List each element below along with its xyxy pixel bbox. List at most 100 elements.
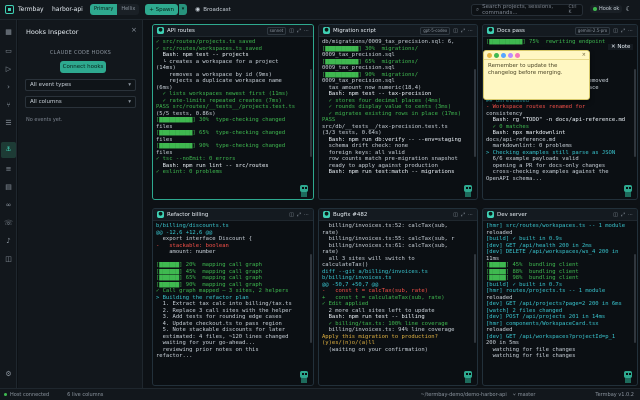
brand[interactable]: Termbay: [0, 5, 46, 14]
list-icon[interactable]: ≡: [4, 165, 13, 174]
scrollbar[interactable]: [474, 69, 476, 157]
phone-icon[interactable]: ☏: [4, 219, 13, 228]
pane-title: API routes: [167, 27, 195, 34]
repo-name[interactable]: harbor-api: [46, 6, 86, 13]
hooks-icon[interactable]: ⚓: [4, 145, 13, 154]
terminal-line: ✓ lists workspaces newest first (11ms): [156, 91, 289, 97]
terminal-line: billing/invoices.ts: 94% line coverage: [322, 327, 455, 333]
clipboard-icon[interactable]: ▤: [4, 183, 13, 192]
search-input[interactable]: ⌕ Search projects, sessions, commands...…: [471, 4, 583, 16]
search-shortcut: Ctrl K: [568, 5, 577, 15]
close-icon[interactable]: ×: [131, 26, 137, 34]
spawn-button[interactable]: + Spawn: [145, 4, 178, 15]
terminal-output[interactable]: ✓ src/routes/projects.ts saved ✓ src/rout…: [153, 37, 313, 178]
more-icon[interactable]: ⋯: [628, 212, 633, 218]
expand-icon[interactable]: ⤢: [461, 28, 465, 34]
split-icon[interactable]: ◫: [453, 28, 458, 34]
terminal-pane[interactable]: ● Refactor billing ◫ ⤢ ⋯ b/billing/discounts.…: [152, 208, 314, 386]
terminal-pane[interactable]: ● Bugfix #482 ◫ ⤢ ⋯ billing/invoices.ts:52: …: [318, 208, 478, 386]
close-icon[interactable]: ×: [582, 52, 586, 58]
more-icon[interactable]: ⋯: [468, 212, 473, 218]
terminal-pane[interactable]: ● Dev server ◫ ⤢ ⋯ [hmr] src/routes/workspace…: [482, 208, 638, 386]
split-icon[interactable]: ◫: [613, 212, 618, 218]
color-swatch-yellow[interactable]: [487, 52, 492, 58]
split-icon[interactable]: ◫: [453, 212, 458, 218]
pane-header[interactable]: ● Migration script gpt-5-codex ◫ ⤢ ⋯: [319, 25, 477, 37]
more-icon[interactable]: ⋯: [304, 212, 309, 218]
pane-header[interactable]: ● Docs pass gemini-2.5-pro ◫ ⤢ ⋯: [483, 25, 637, 37]
scrollbar[interactable]: [634, 253, 636, 343]
pane-header[interactable]: ● Dev server ◫ ⤢ ⋯: [483, 209, 637, 221]
expand-icon[interactable]: ⤢: [621, 212, 625, 218]
scrollbar[interactable]: [474, 253, 476, 343]
connect-hooks-button[interactable]: Connect hooks: [60, 61, 106, 73]
pane-header[interactable]: ● API routes sonnet ◫ ⤢ ⋯: [153, 25, 313, 37]
agent-icon: ●: [487, 211, 494, 218]
scrollbar[interactable]: [310, 253, 312, 343]
model-badge[interactable]: gpt-5-codex: [420, 26, 451, 35]
app-version: Termbay v1.0.2: [595, 391, 634, 398]
top-bar: Termbay harbor-api Primary Hellix + Spaw…: [0, 0, 640, 20]
color-swatch-purple[interactable]: [508, 52, 513, 58]
settings-gear-icon[interactable]: ⚙: [4, 370, 13, 379]
more-icon[interactable]: ⋯: [304, 28, 309, 34]
model-badge[interactable]: sonnet: [266, 26, 287, 35]
terminal-output[interactable]: b/billing/discounts.ts @@ -12,6 +12,6 @@ …: [153, 221, 313, 362]
broadcast-button[interactable]: ◉ Broadcast: [195, 6, 231, 13]
expand-icon[interactable]: ⤢: [297, 212, 301, 218]
event-type-value: All event types: [30, 82, 72, 88]
mic-icon[interactable]: ♪: [4, 237, 13, 246]
more-icon[interactable]: ⋯: [628, 28, 633, 34]
hooks-status-badge[interactable]: Hook ok: [590, 5, 623, 13]
pane-title: Bugfix #482: [333, 211, 368, 218]
terminal-output[interactable]: billing/invoices.ts:52: calcTax(sub, rate…: [319, 221, 477, 355]
mode-hellix[interactable]: Hellix: [117, 4, 140, 15]
terminal-line: Bash: rg "TODO" -n docs/api-reference.md: [486, 117, 626, 123]
spawn-menu-chevron-icon[interactable]: ▾: [179, 4, 187, 15]
terminal-pane[interactable]: ● API routes sonnet ◫ ⤢ ⋯ ✓ src/routes/project…: [152, 24, 314, 200]
color-swatch-pink[interactable]: [515, 52, 520, 58]
layout-icon[interactable]: ◫: [4, 255, 13, 264]
agent-icon: ●: [323, 211, 330, 218]
layers-icon[interactable]: ☰: [4, 119, 13, 128]
agent-icon: ●: [157, 27, 164, 34]
terminal-output[interactable]: [hmr] src/routes/workspaces.ts -- 1 modu…: [483, 221, 637, 362]
scrollbar[interactable]: [310, 69, 312, 157]
model-badge[interactable]: gemini-2.5-pro: [574, 26, 611, 35]
note-tag[interactable]: ✕ Note: [608, 44, 634, 50]
agent-icon: ●: [487, 27, 494, 34]
split-icon[interactable]: ◫: [289, 28, 294, 34]
scrollbar[interactable]: [634, 69, 636, 157]
sticky-note[interactable]: × Remember to update the changelog befor…: [483, 50, 590, 100]
expand-icon[interactable]: ⤢: [461, 212, 465, 218]
folder-icon[interactable]: ▭: [4, 47, 13, 56]
terminal-pane[interactable]: ● Migration script gpt-5-codex ◫ ⤢ ⋯ db/migrat…: [318, 24, 478, 200]
terminal-line: watching for file changes: [486, 353, 576, 359]
column-select[interactable]: All columns ▾: [25, 96, 136, 108]
branch-icon[interactable]: ⑂: [4, 101, 13, 110]
pane-header[interactable]: ● Refactor billing ◫ ⤢ ⋯: [153, 209, 313, 221]
play-icon[interactable]: ▷: [4, 65, 13, 74]
expand-icon[interactable]: ⤢: [621, 28, 625, 34]
link-icon[interactable]: ∞: [4, 201, 13, 210]
theme-toggle-icon[interactable]: ☾: [624, 5, 633, 14]
expand-icon[interactable]: ⤢: [297, 28, 301, 34]
mode-primary[interactable]: Primary: [90, 4, 118, 15]
color-swatch-green[interactable]: [494, 52, 499, 58]
status-bar: Host connected 6 live columns ~/termbay-…: [0, 388, 640, 400]
note-text[interactable]: Remember to update the changelog before …: [484, 60, 589, 80]
grid-icon[interactable]: ▦: [4, 28, 13, 37]
broadcast-icon: ◉: [195, 6, 201, 13]
terminal-output[interactable]: db/migrations/0009_tax_precision.sql: 6,…: [319, 37, 477, 178]
hooks-status-label: Hook ok: [599, 6, 620, 12]
pane-header[interactable]: ● Bugfix #482 ◫ ⤢ ⋯: [319, 209, 477, 221]
color-swatch-blue[interactable]: [501, 52, 506, 58]
event-type-select[interactable]: All event types ▾: [25, 79, 136, 91]
split-icon[interactable]: ◫: [613, 28, 618, 34]
terminal-icon[interactable]: ›: [4, 83, 13, 92]
branch-icon: ⑂: [512, 391, 516, 398]
mode-toggle: Primary Hellix: [90, 4, 140, 15]
pane-title: Refactor billing: [167, 211, 209, 218]
more-icon[interactable]: ⋯: [468, 28, 473, 34]
split-icon[interactable]: ◫: [289, 212, 294, 218]
